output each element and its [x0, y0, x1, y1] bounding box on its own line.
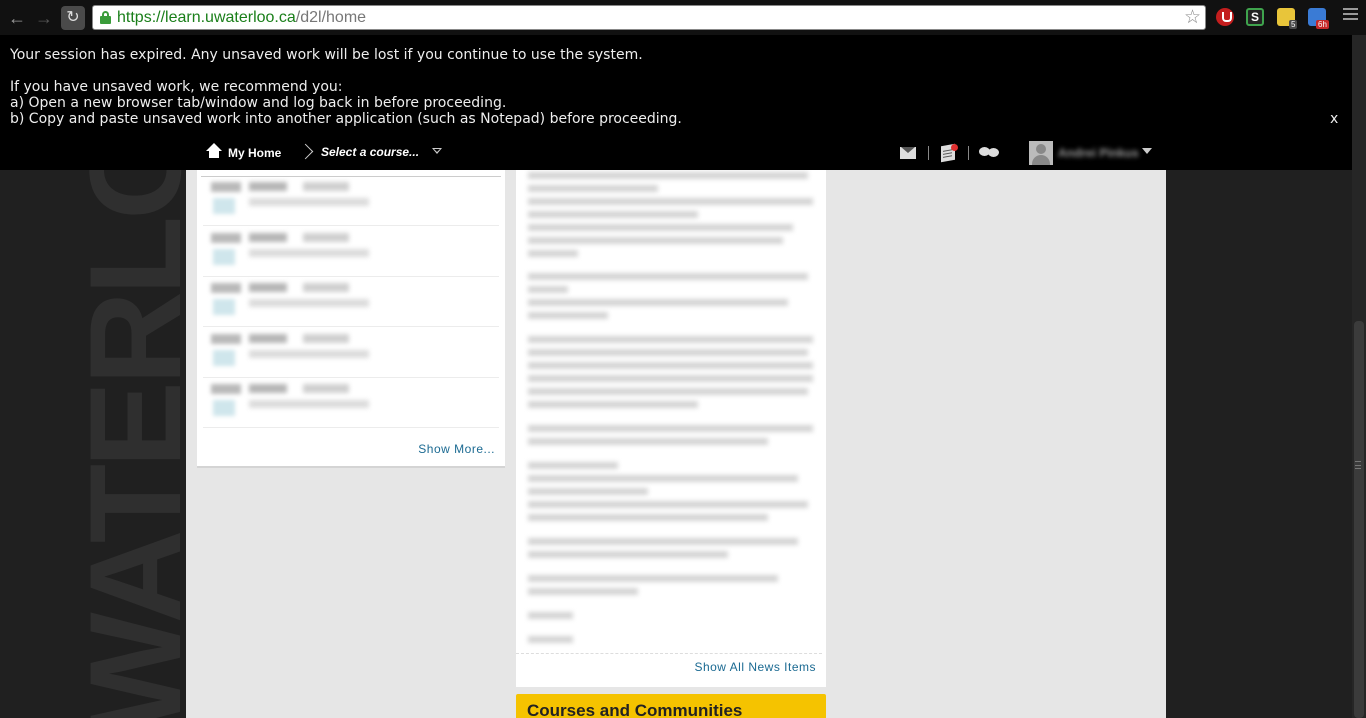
- divider: [968, 146, 969, 160]
- courses-widget-header: Courses and Communities: [516, 694, 826, 718]
- session-recommendation-heading: If you have unsaved work, we recommend y…: [10, 79, 343, 95]
- subscription-alerts-icon[interactable]: [979, 147, 1001, 159]
- my-home-link[interactable]: My Home: [228, 146, 281, 160]
- divider: [928, 146, 929, 160]
- courses-widget-title: Courses and Communities: [527, 701, 743, 718]
- scrollbar-grip-icon: [1355, 461, 1361, 469]
- chevron-right-icon: [300, 143, 310, 161]
- address-bar[interactable]: https://learn.uwaterloo.ca/d2l/home ☆: [92, 5, 1206, 30]
- news-widget: Show All News Items: [516, 170, 826, 687]
- list-item[interactable]: [203, 227, 499, 277]
- list-item[interactable]: [203, 378, 499, 428]
- home-icon[interactable]: [206, 143, 222, 159]
- show-all-news-link[interactable]: Show All News Items: [694, 660, 816, 674]
- url-scheme: https://: [117, 9, 166, 26]
- calendar-extension-badge: 6h: [1316, 20, 1329, 29]
- browser-menu-icon[interactable]: [1343, 8, 1358, 24]
- adblock-icon[interactable]: [1216, 8, 1234, 26]
- notification-dot: [951, 144, 958, 151]
- user-menu-chevron-down-icon[interactable]: [1142, 148, 1152, 154]
- s-extension-icon[interactable]: S: [1246, 8, 1264, 26]
- calendar-widget: Show More...: [197, 170, 505, 468]
- url-path: /d2l/home: [295, 9, 367, 26]
- scrollbar-thumb[interactable]: [1354, 321, 1364, 718]
- url-host: learn.uwaterloo.ca: [165, 9, 296, 26]
- reload-icon[interactable]: ↻: [61, 6, 85, 30]
- lock-icon: [100, 11, 111, 24]
- message-alerts-icon[interactable]: [900, 147, 916, 159]
- close-banner-button[interactable]: x: [1330, 111, 1338, 127]
- forward-arrow-icon[interactable]: →: [33, 7, 55, 29]
- d2l-navbar: My Home Select a course... Andrei Pinkus: [0, 135, 1352, 170]
- list-item[interactable]: [203, 328, 499, 378]
- list-item[interactable]: [203, 277, 499, 327]
- notes-extension-badge: 5: [1289, 20, 1298, 29]
- page-scrollbar[interactable]: [1352, 35, 1366, 718]
- show-more-link[interactable]: Show More...: [418, 442, 495, 456]
- course-selector[interactable]: Select a course...: [321, 145, 419, 159]
- browser-toolbar: ← → ↻ https://learn.uwaterloo.ca/d2l/hom…: [0, 0, 1366, 35]
- session-message: Your session has expired. Any unsaved wo…: [10, 47, 643, 63]
- avatar[interactable]: [1029, 141, 1053, 165]
- bookmark-star-icon[interactable]: ☆: [1184, 7, 1201, 29]
- session-recommendation-b: b) Copy and paste unsaved work into anot…: [10, 111, 682, 127]
- session-expired-banner: Your session has expired. Any unsaved wo…: [0, 35, 1352, 135]
- list-item[interactable]: [203, 176, 499, 226]
- url-text: https://learn.uwaterloo.ca/d2l/home: [117, 9, 366, 27]
- user-name[interactable]: Andrei Pinkus: [1058, 146, 1139, 160]
- session-recommendation-a: a) Open a new browser tab/window and log…: [10, 95, 507, 111]
- chevron-down-icon[interactable]: [432, 148, 442, 154]
- back-arrow-icon[interactable]: ←: [6, 7, 28, 29]
